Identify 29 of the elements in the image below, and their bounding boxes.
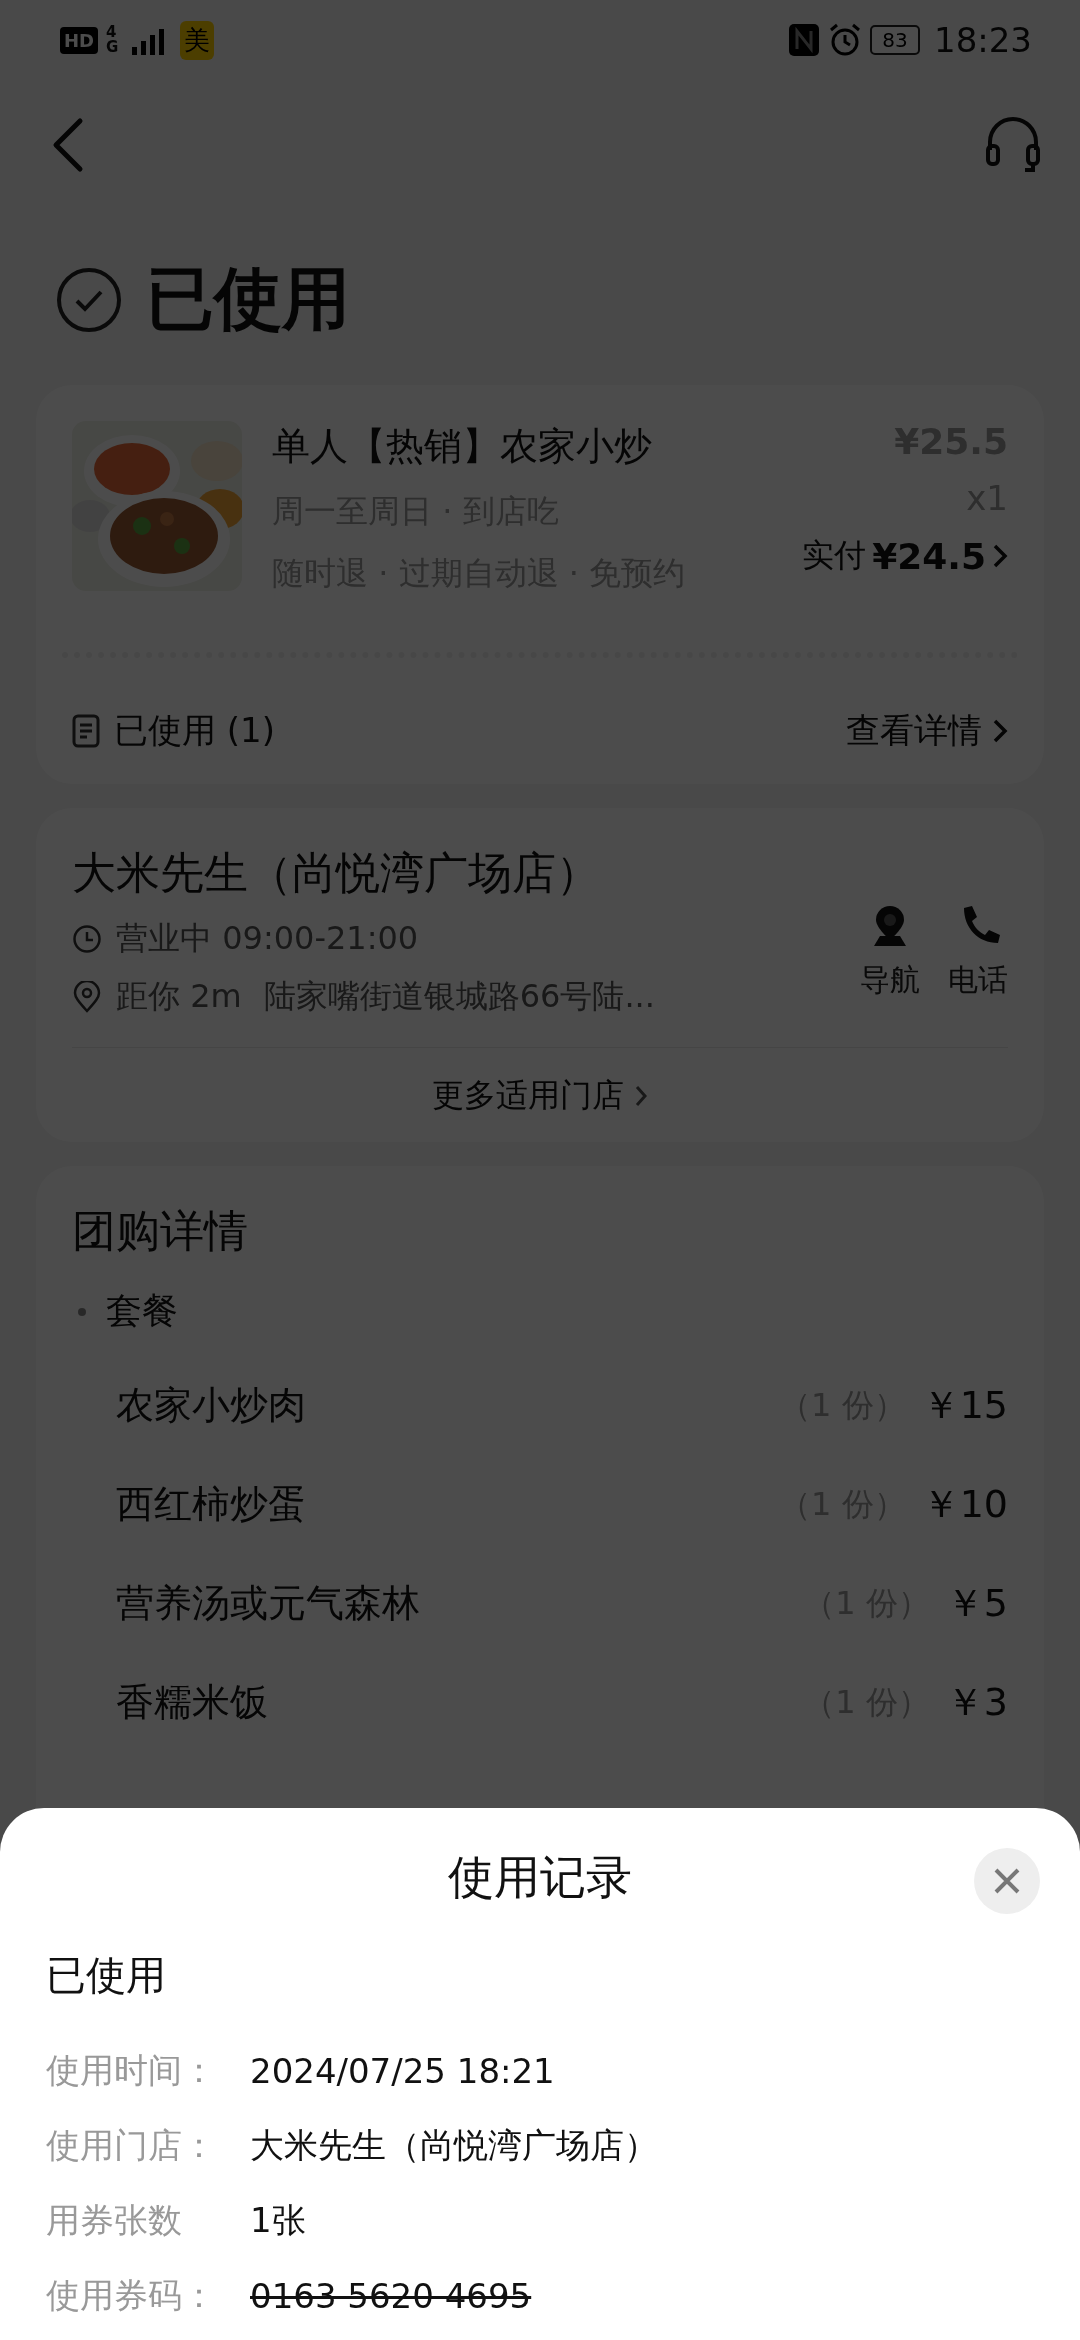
sheet-title: 使用记录 [448,1849,632,1906]
record-value: 大米先生（尚悦湾广场店） [250,2123,658,2167]
record-value: 1张 [250,2198,306,2242]
record-value: 0163 5620 4695 [250,2275,532,2316]
clock-time: 18:23 [934,20,1032,60]
item-price: ￥5 [945,1580,1008,1627]
record-label: 用券张数 [46,2198,183,2242]
item-price: ￥10 [921,1481,1008,1528]
item-name: 营养汤或元气森林 [116,1580,421,1627]
order-status-title: 已使用 [146,258,350,340]
section-title: 套餐 [106,1289,178,1333]
used-count: 已使用 (1) [114,709,275,752]
item-price: ￥3 [945,1679,1008,1726]
item-price: ￥15 [921,1382,1008,1429]
paid-amount: ¥24.5 [872,535,986,577]
usage-status: 已使用 [46,1951,167,2000]
record-label: 使用券码： [46,2273,217,2317]
store-name: 大米先生（尚悦湾广场店） [72,846,601,900]
item-name: 香糯米饭 [116,1679,269,1726]
deal-title: 团购详情 [72,1204,249,1258]
record-label: 使用时间： [46,2048,217,2092]
close-icon [992,1866,1022,1896]
item-name: 西红柿炒蛋 [116,1481,307,1528]
paid-label: 实付 [802,535,867,576]
network-type: 4G [106,25,120,55]
record-label: 使用门店： [46,2123,217,2167]
product-name: 单人【热销】农家小炒 [272,423,653,470]
record-value: 2024/07/25 18:21 [250,2050,555,2091]
item-name: 农家小炒肉 [116,1382,307,1429]
